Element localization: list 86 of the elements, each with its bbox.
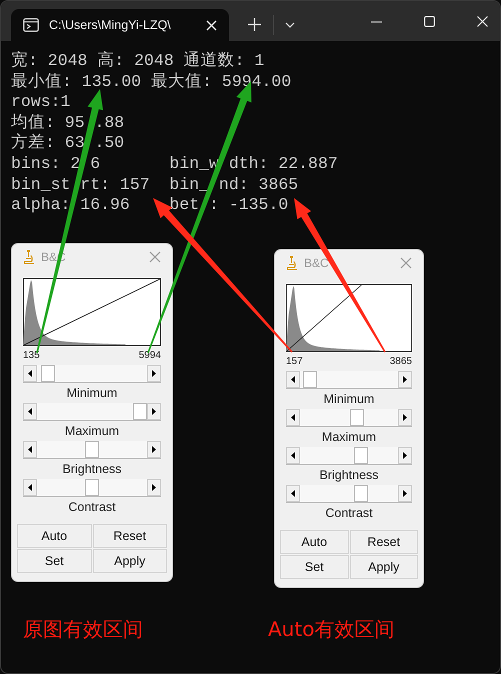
terminal-tab[interactable]: C:\Users\MingYi-LZQ\: [11, 9, 229, 41]
microscope-icon: [286, 255, 298, 271]
left-arrow-icon: [28, 370, 32, 377]
slider-label: Minimum: [322, 392, 376, 406]
console-line: rows:1: [11, 92, 70, 113]
terminal-icon: [23, 18, 39, 32]
tab-title: C:\Users\MingYi-LZQ\: [49, 18, 172, 32]
dialog-button[interactable]: Reset: [92, 524, 167, 548]
right-arrow-icon: [403, 376, 407, 383]
right-arrow-icon: [403, 490, 407, 497]
dialog-button[interactable]: Apply: [350, 555, 418, 579]
console-line: 宽: 2048 高: 2048 通道数: 1: [11, 51, 264, 72]
left-arrow-icon: [291, 452, 295, 459]
caption-text: 原图有效区间: [23, 616, 143, 643]
right-arrow-icon: [152, 370, 156, 377]
right-arrow-icon: [403, 452, 407, 459]
dialog-button[interactable]: Apply: [92, 549, 167, 573]
left-arrow-button[interactable]: [286, 371, 300, 388]
left-arrow-button[interactable]: [23, 403, 37, 420]
left-arrow-icon: [28, 446, 32, 453]
right-arrow-button[interactable]: [147, 403, 161, 420]
left-arrow-button[interactable]: [286, 485, 300, 502]
left-arrow-button[interactable]: [286, 447, 300, 464]
maximize-icon[interactable]: [424, 16, 435, 27]
console-line: 均值: 95 .88: [11, 112, 124, 133]
slider-label: Minimum: [66, 386, 118, 400]
left-arrow-icon: [291, 490, 295, 497]
right-arrow-button[interactable]: [398, 485, 412, 502]
slider-label: Contrast: [324, 506, 374, 520]
slider-thumb[interactable]: [85, 441, 99, 458]
right-arrow-button[interactable]: [147, 365, 161, 382]
slider-thumb[interactable]: [354, 485, 368, 502]
console-line: 方差: 63 .50: [11, 133, 124, 154]
right-arrow-button[interactable]: [398, 409, 412, 426]
slider[interactable]: [23, 403, 161, 421]
chevron-down-icon[interactable]: [285, 22, 295, 28]
slider[interactable]: [23, 441, 161, 459]
dialog-button[interactable]: Reset: [350, 530, 418, 554]
left-arrow-icon: [28, 484, 32, 491]
right-arrow-icon: [152, 408, 156, 415]
console-line: bin_st rt: 157 bin_ nd: 3865: [11, 174, 298, 196]
right-arrow-button[interactable]: [147, 441, 161, 458]
left-arrow-button[interactable]: [23, 365, 37, 382]
microscope-icon: [23, 249, 35, 265]
slider-thumb[interactable]: [354, 447, 368, 464]
dialog-button[interactable]: Auto: [280, 530, 348, 554]
right-arrow-button[interactable]: [398, 447, 412, 464]
slider-thumb[interactable]: [303, 371, 318, 388]
min-value-label: 157: [286, 356, 303, 367]
left-arrow-icon: [291, 414, 295, 421]
window-title: B&C: [304, 256, 330, 270]
slider-label: Maximum: [64, 424, 120, 438]
right-arrow-button[interactable]: [147, 479, 161, 496]
left-arrow-icon: [28, 408, 32, 415]
slider-label: Brightness: [318, 468, 380, 482]
console-line: 最小值: 135.00 最大值: 5994.00: [11, 72, 292, 92]
slider[interactable]: [286, 447, 412, 465]
slider-thumb[interactable]: [40, 365, 55, 382]
dialog-button[interactable]: Auto: [17, 524, 92, 548]
left-arrow-button[interactable]: [286, 409, 300, 426]
max-value-label: 5994: [138, 350, 161, 361]
max-value-label: 3865: [390, 356, 412, 367]
right-arrow-icon: [152, 446, 156, 453]
slider-label: Brightness: [61, 462, 123, 476]
slider-thumb[interactable]: [85, 479, 99, 496]
left-arrow-button[interactable]: [23, 479, 37, 496]
left-arrow-button[interactable]: [23, 441, 37, 458]
right-arrow-button[interactable]: [398, 371, 412, 388]
min-value-label: 135: [23, 350, 40, 361]
slider[interactable]: [286, 409, 412, 427]
caption-text: Auto有效区间: [268, 616, 394, 643]
right-arrow-icon: [152, 484, 156, 491]
slider[interactable]: [23, 365, 161, 383]
slider-label: Maximum: [320, 430, 378, 444]
right-arrow-icon: [403, 414, 407, 421]
dialog-button[interactable]: Set: [280, 555, 348, 579]
left-arrow-icon: [291, 376, 295, 383]
new-tab-icon[interactable]: [248, 18, 261, 31]
slider-label: Contrast: [67, 500, 117, 514]
slider[interactable]: [23, 479, 161, 497]
slider-thumb[interactable]: [133, 403, 147, 420]
slider[interactable]: [286, 371, 412, 389]
slider[interactable]: [286, 485, 412, 503]
slider-thumb[interactable]: [350, 409, 364, 426]
console-line: alpha: 16.96 bet : -135.0: [11, 195, 288, 216]
dialog-button[interactable]: Set: [17, 549, 92, 573]
